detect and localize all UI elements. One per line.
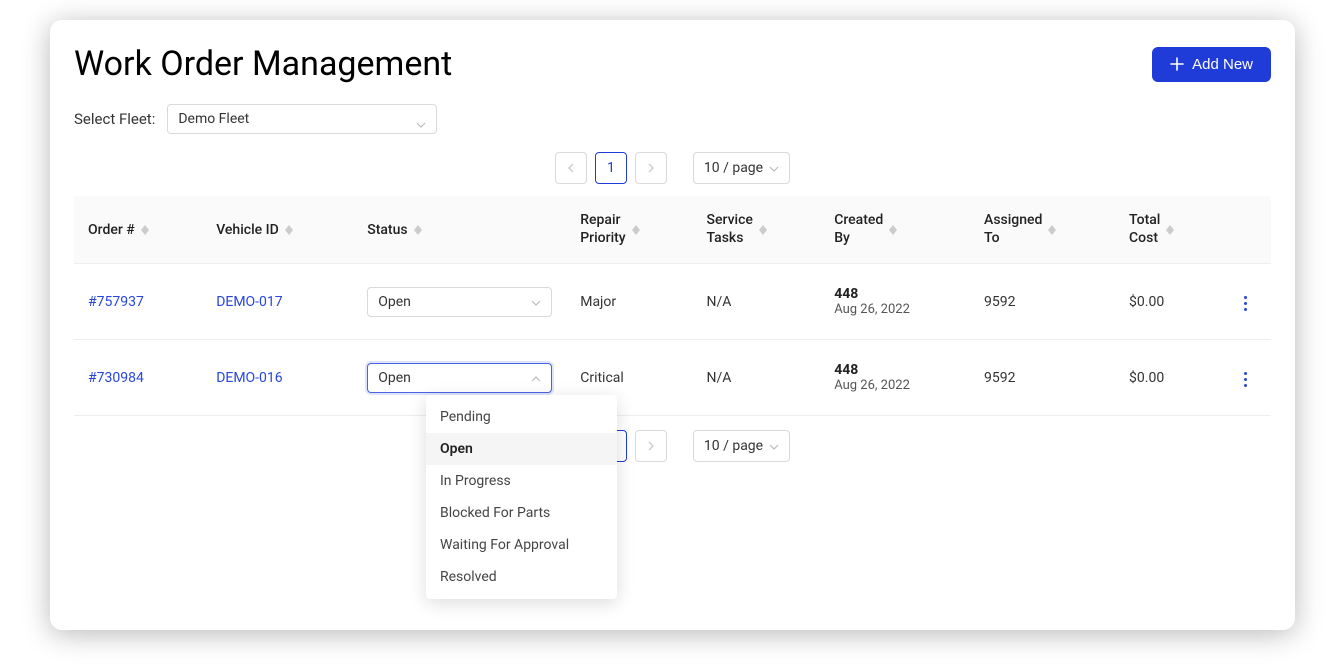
created-cell: 448 Aug 26, 2022 [820, 340, 970, 416]
chevron-down-icon [531, 294, 541, 310]
pager-page-1[interactable]: 1 [595, 152, 627, 184]
sort-icon [889, 225, 897, 235]
page-title: Work Order Management [74, 44, 452, 84]
sort-icon [1166, 225, 1174, 235]
assigned-cell: 9592 [970, 340, 1115, 416]
priority-cell: Major [566, 264, 692, 340]
sort-icon [141, 225, 149, 235]
page-size-label: 10 / page [704, 160, 763, 176]
pagination-top: 1 10 / page [74, 152, 1271, 184]
col-actions [1221, 196, 1271, 264]
col-created-label: CreatedBy [834, 212, 883, 247]
cost-cell: $0.00 [1115, 264, 1221, 340]
col-assigned[interactable]: AssignedTo [970, 196, 1115, 264]
table-row: #757937 DEMO-017 Open Major N/A 448 Aug … [74, 264, 1271, 340]
col-status-label: Status [367, 222, 407, 238]
pagination-bottom: 1 10 / page [74, 430, 1271, 462]
status-select[interactable]: Open [367, 287, 552, 317]
created-by: 448 [834, 362, 956, 378]
cost-cell: $0.00 [1115, 340, 1221, 416]
status-option-pending[interactable]: Pending [426, 401, 617, 433]
col-assigned-label: AssignedTo [984, 212, 1042, 247]
status-option-waiting[interactable]: Waiting For Approval [426, 529, 617, 561]
col-order-label: Order # [88, 222, 135, 238]
col-tasks-label: ServiceTasks [707, 212, 753, 247]
status-select-value: Open [378, 294, 411, 310]
add-new-button[interactable]: Add New [1152, 47, 1271, 82]
sort-icon [414, 225, 422, 235]
created-by: 448 [834, 286, 956, 302]
page-size-select[interactable]: 10 / page [693, 430, 790, 462]
chevron-down-icon [769, 160, 779, 176]
status-select[interactable]: Open [367, 363, 552, 393]
col-cost-label: TotalCost [1129, 212, 1160, 247]
chevron-down-icon [769, 438, 779, 454]
vehicle-link[interactable]: DEMO-016 [216, 370, 282, 386]
chevron-up-icon [531, 370, 541, 386]
col-vehicle-label: Vehicle ID [216, 222, 279, 238]
col-cost[interactable]: TotalCost [1115, 196, 1221, 264]
col-priority[interactable]: RepairPriority [566, 196, 692, 264]
add-new-label: Add New [1192, 56, 1253, 73]
pager-page-label: 1 [607, 160, 615, 176]
page-card: Work Order Management Add New Select Fle… [50, 20, 1295, 630]
order-link[interactable]: #757937 [88, 294, 144, 310]
col-tasks[interactable]: ServiceTasks [693, 196, 821, 264]
tasks-cell: N/A [693, 264, 821, 340]
status-select-value: Open [378, 370, 411, 386]
work-order-table: Order # Vehicle ID Status RepairPriority… [74, 196, 1271, 416]
table-header-row: Order # Vehicle ID Status RepairPriority… [74, 196, 1271, 264]
tasks-cell: N/A [693, 340, 821, 416]
row-actions-button[interactable] [1238, 290, 1253, 317]
fleet-label: Select Fleet: [74, 110, 155, 128]
pager-prev-button[interactable] [555, 152, 587, 184]
sort-icon [759, 225, 767, 235]
sort-icon [1048, 225, 1056, 235]
sort-icon [632, 225, 640, 235]
vehicle-link[interactable]: DEMO-017 [216, 294, 282, 310]
col-priority-label: RepairPriority [580, 212, 625, 247]
order-link[interactable]: #730984 [88, 370, 144, 386]
status-option-blocked[interactable]: Blocked For Parts [426, 497, 617, 529]
sort-icon [285, 225, 293, 235]
status-option-in-progress[interactable]: In Progress [426, 465, 617, 497]
table-row: #730984 DEMO-016 Open Critical N/A 448 A… [74, 340, 1271, 416]
page-size-select[interactable]: 10 / page [693, 152, 790, 184]
fleet-select[interactable]: Demo Fleet [167, 104, 437, 134]
pager-next-button[interactable] [635, 430, 667, 462]
status-option-open[interactable]: Open [426, 433, 617, 465]
created-date: Aug 26, 2022 [834, 302, 956, 317]
col-order[interactable]: Order # [74, 196, 202, 264]
plus-icon [1170, 57, 1184, 71]
col-created[interactable]: CreatedBy [820, 196, 970, 264]
chevron-down-icon [416, 116, 426, 122]
col-vehicle[interactable]: Vehicle ID [202, 196, 353, 264]
created-cell: 448 Aug 26, 2022 [820, 264, 970, 340]
status-dropdown: Pending Open In Progress Blocked For Par… [426, 395, 617, 599]
page-size-label: 10 / page [704, 438, 763, 454]
fleet-select-row: Select Fleet: Demo Fleet [74, 104, 1271, 134]
assigned-cell: 9592 [970, 264, 1115, 340]
header-row: Work Order Management Add New [74, 44, 1271, 84]
col-status[interactable]: Status [353, 196, 566, 264]
pager-next-button[interactable] [635, 152, 667, 184]
row-actions-button[interactable] [1238, 366, 1253, 393]
status-option-resolved[interactable]: Resolved [426, 561, 617, 593]
created-date: Aug 26, 2022 [834, 378, 956, 393]
fleet-select-value: Demo Fleet [178, 111, 249, 127]
